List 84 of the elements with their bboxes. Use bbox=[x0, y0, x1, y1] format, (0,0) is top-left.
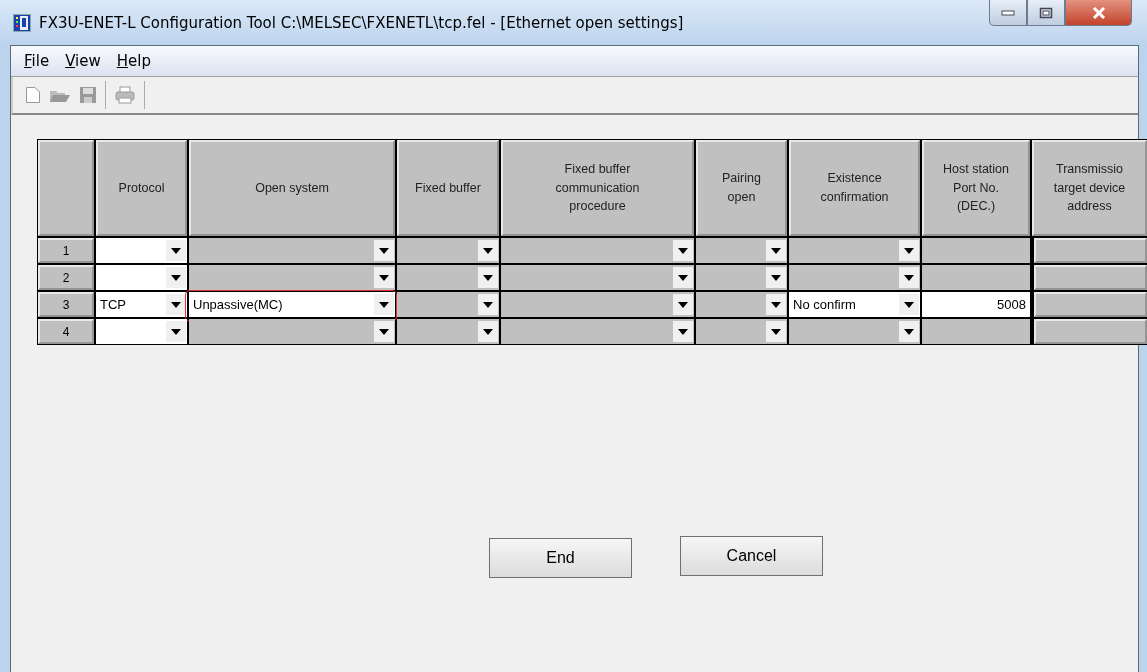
close-icon bbox=[1091, 6, 1106, 19]
dropdown-field[interactable] bbox=[189, 238, 395, 263]
dropdown-field[interactable] bbox=[397, 319, 499, 344]
caret-icon bbox=[904, 328, 914, 335]
column-header: Pairing open bbox=[696, 140, 787, 236]
dropdown-field[interactable]: TCP bbox=[96, 292, 187, 317]
save-icon[interactable] bbox=[79, 86, 97, 104]
dropdown-field[interactable] bbox=[789, 238, 920, 263]
dropdown-field[interactable] bbox=[696, 265, 787, 290]
row-number: 1 bbox=[38, 238, 94, 263]
caret-icon bbox=[171, 274, 181, 281]
dropdown-field[interactable] bbox=[696, 238, 787, 263]
dropdown-field[interactable] bbox=[189, 265, 395, 290]
app-icon bbox=[13, 13, 31, 32]
cell-button[interactable] bbox=[1034, 265, 1147, 290]
caret-icon bbox=[771, 301, 781, 308]
caret-icon bbox=[483, 328, 493, 335]
column-header: Existence confirmation bbox=[789, 140, 920, 236]
menu-item[interactable]: View bbox=[63, 52, 103, 70]
print-icon[interactable] bbox=[114, 86, 136, 104]
end-button[interactable]: End bbox=[489, 538, 632, 578]
column-header: Open system bbox=[189, 140, 395, 236]
dropdown-field[interactable] bbox=[696, 292, 787, 317]
caret-icon bbox=[483, 247, 493, 254]
column-header: Transmissio target device address bbox=[1032, 140, 1147, 236]
caret-icon bbox=[379, 274, 389, 281]
caret-icon bbox=[171, 247, 181, 254]
dropdown-field[interactable] bbox=[96, 238, 187, 263]
dropdown-field[interactable] bbox=[397, 265, 499, 290]
new-document-icon[interactable] bbox=[25, 86, 41, 104]
column-header: Fixed buffer communication procedure bbox=[501, 140, 694, 236]
caret-icon bbox=[904, 301, 914, 308]
caret-icon bbox=[171, 328, 181, 335]
maximize-button[interactable] bbox=[1027, 0, 1065, 26]
caret-icon bbox=[678, 274, 688, 281]
dropdown-field[interactable] bbox=[96, 265, 187, 290]
caret-icon bbox=[771, 274, 781, 281]
dropdown-field[interactable]: Unpassive(MC) bbox=[189, 292, 395, 317]
column-header: Fixed buffer bbox=[397, 140, 499, 236]
dropdown-field[interactable] bbox=[501, 292, 694, 317]
row-number: 3 bbox=[38, 292, 94, 317]
row-number: 4 bbox=[38, 319, 94, 344]
dropdown-field[interactable] bbox=[696, 319, 787, 344]
column-header: Host station Port No. (DEC.) bbox=[922, 140, 1030, 236]
caret-icon bbox=[379, 301, 389, 308]
dropdown-field[interactable] bbox=[96, 319, 187, 344]
cell-button[interactable] bbox=[1034, 319, 1147, 344]
dropdown-field[interactable] bbox=[189, 319, 395, 344]
window-title: FX3U-ENET-L Configuration Tool C:\MELSEC\FXENETL\tcp.fel - [Ethernet open settings] bbox=[39, 13, 684, 32]
dropdown-field[interactable] bbox=[397, 292, 499, 317]
caret-icon bbox=[904, 247, 914, 254]
maximize-icon bbox=[1039, 6, 1053, 19]
dropdown-field[interactable] bbox=[501, 265, 694, 290]
caret-icon bbox=[678, 247, 688, 254]
dropdown-field[interactable] bbox=[789, 265, 920, 290]
input-field[interactable] bbox=[922, 265, 1030, 290]
row-number: 2 bbox=[38, 265, 94, 290]
dropdown-field[interactable] bbox=[397, 238, 499, 263]
caret-icon bbox=[379, 247, 389, 254]
dropdown-field[interactable] bbox=[789, 319, 920, 344]
caret-icon bbox=[678, 301, 688, 308]
caret-icon bbox=[379, 328, 389, 335]
caret-icon bbox=[771, 328, 781, 335]
column-header: Protocol bbox=[96, 140, 187, 236]
cancel-button[interactable]: Cancel bbox=[680, 536, 823, 576]
caret-icon bbox=[771, 247, 781, 254]
cell-button[interactable] bbox=[1034, 292, 1147, 317]
caret-icon bbox=[171, 301, 181, 308]
dropdown-field[interactable] bbox=[501, 238, 694, 263]
menu-item[interactable]: File bbox=[22, 52, 52, 70]
caret-icon bbox=[904, 274, 914, 281]
caret-icon bbox=[483, 301, 493, 308]
caret-icon bbox=[678, 328, 688, 335]
cell-button[interactable] bbox=[1034, 238, 1147, 263]
input-field[interactable]: 5008 bbox=[922, 292, 1030, 317]
caret-icon bbox=[483, 274, 493, 281]
dropdown-field[interactable] bbox=[501, 319, 694, 344]
input-field[interactable] bbox=[922, 238, 1030, 263]
minimize-icon bbox=[1001, 9, 1015, 16]
dropdown-field[interactable]: No confirm bbox=[789, 292, 920, 317]
input-field[interactable] bbox=[922, 319, 1030, 344]
minimize-button[interactable] bbox=[989, 0, 1027, 26]
close-button[interactable] bbox=[1065, 0, 1132, 26]
menu-item[interactable]: Help bbox=[114, 52, 153, 70]
